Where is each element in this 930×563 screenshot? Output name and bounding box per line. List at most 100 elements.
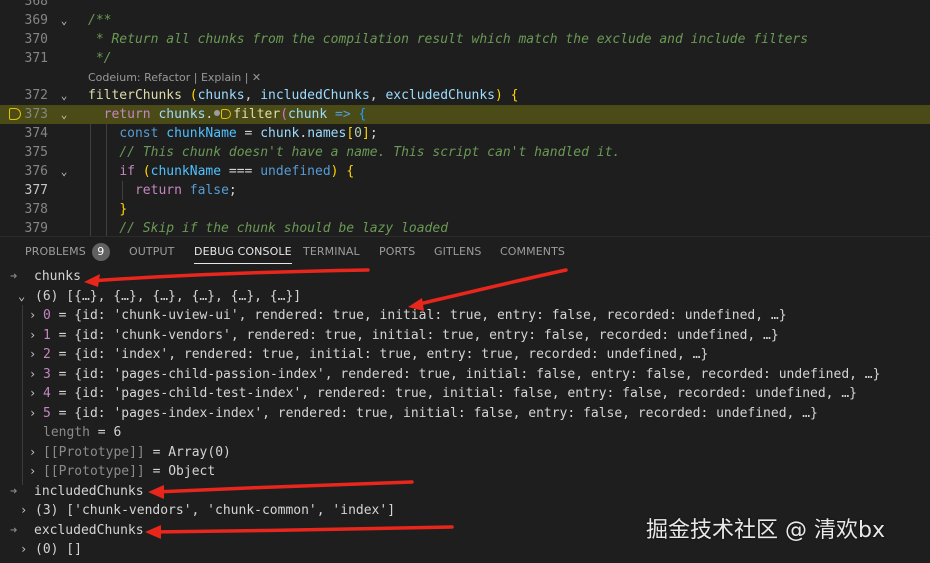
- code-text: */: [88, 49, 112, 68]
- array-index: 5: [43, 405, 51, 421]
- array-item-value: = {id: 'index', rendered: true, initial:…: [50, 347, 709, 362]
- code-token: (: [142, 164, 151, 179]
- tab-gitlens[interactable]: GITLENS: [434, 237, 481, 267]
- console-row[interactable]: › 1 = {id: 'chunk-vendors', rendered: tru…: [0, 326, 930, 346]
- line-number: 376: [24, 164, 48, 179]
- code-token: if: [119, 164, 135, 179]
- console-input-expression: excludedChunks: [34, 522, 144, 538]
- console-row[interactable]: › 3 = {id: 'pages-child-passion-index', r…: [0, 365, 930, 385]
- code-line[interactable]: 369 ⌄ /**: [0, 11, 930, 30]
- fold-chevron-icon[interactable]: ⌄: [58, 162, 70, 181]
- code-token: * Return all chunks from the compilation…: [88, 32, 809, 47]
- line-number: 379: [24, 221, 48, 236]
- console-row[interactable]: › [[Prototype]] = Array(0): [0, 443, 930, 463]
- tab-terminal[interactable]: TERMINAL: [303, 237, 360, 267]
- code-token: chunks: [197, 88, 245, 103]
- tab-label: COMMENTS: [500, 245, 566, 258]
- chevron-right-icon[interactable]: ›: [29, 462, 36, 482]
- inline-hint-dot-icon: [214, 110, 221, 116]
- line-number: 372: [24, 88, 48, 103]
- code-text: * Return all chunks from the compilation…: [88, 30, 808, 49]
- console-prototype-property: [[Prototype]] = Array(0): [43, 443, 231, 463]
- tab-label: PORTS: [379, 245, 416, 258]
- console-row: ➜ chunks: [0, 267, 930, 287]
- array-index: 3: [43, 366, 51, 382]
- fold-chevron-icon[interactable]: ⌄: [58, 11, 70, 30]
- chevron-right-icon[interactable]: ›: [29, 306, 36, 326]
- code-token: {: [510, 88, 519, 103]
- tab-label: PROBLEMS: [25, 245, 86, 258]
- chevron-right-icon[interactable]: ›: [29, 384, 36, 404]
- code-token: chunks: [158, 107, 206, 122]
- code-token: ): [330, 164, 339, 179]
- code-token: chunkName: [150, 164, 222, 179]
- console-row[interactable]: › 5 = {id: 'pages-index-index', rendered:…: [0, 404, 930, 424]
- code-line[interactable]: 375 // This chunk doesn't have a name. T…: [0, 143, 930, 162]
- code-token: filterChunks: [88, 88, 182, 103]
- line-number: 369: [24, 13, 48, 28]
- chevron-right-icon[interactable]: ›: [29, 443, 36, 463]
- tab-label: TERMINAL: [303, 245, 360, 258]
- code-token: ;: [369, 126, 378, 141]
- code-token: (: [280, 107, 289, 122]
- code-line[interactable]: 378 }: [0, 200, 930, 219]
- line-number: 368: [24, 0, 48, 9]
- code-line[interactable]: 376 ⌄ if (chunkName === undefined) {: [0, 162, 930, 181]
- code-line[interactable]: 368: [0, 0, 930, 11]
- chevron-right-icon[interactable]: ›: [29, 345, 36, 365]
- code-line[interactable]: 377 return false;: [0, 181, 930, 200]
- line-number: 378: [24, 202, 48, 217]
- tab-ports[interactable]: PORTS: [379, 237, 415, 267]
- code-token: filter: [233, 107, 281, 122]
- property-key: [[Prototype]]: [43, 444, 145, 460]
- prompt-arrow-icon: ➜: [10, 483, 18, 498]
- code-line[interactable]: 372 ⌄ filterChunks (chunks, includedChunks…: [0, 86, 930, 105]
- code-line[interactable]: 370 * Return all chunks from the compila…: [0, 30, 930, 49]
- console-row[interactable]: › [[Prototype]] = Object: [0, 462, 930, 482]
- tab-problems[interactable]: PROBLEMS 9: [25, 237, 110, 267]
- code-token: names: [307, 126, 347, 141]
- console-row[interactable]: › 4 = {id: 'pages-child-test-index', rend…: [0, 384, 930, 404]
- line-number: 377: [24, 183, 48, 198]
- code-line[interactable]: 373 ⌄ return chunks. filter(chunk => {: [0, 105, 930, 124]
- console-prototype-property: [[Prototype]] = Object: [43, 462, 215, 482]
- tab-output[interactable]: OUTPUT: [129, 237, 174, 267]
- chevron-down-icon[interactable]: ⌄: [18, 287, 25, 307]
- codeium-codelens[interactable]: Codeium: Refactor | Explain | ✕: [88, 70, 261, 86]
- tab-debug-console[interactable]: DEBUG CONSOLE: [194, 237, 292, 267]
- chevron-right-icon[interactable]: ›: [29, 326, 36, 346]
- code-text: return chunks. filter(chunk => {: [88, 105, 367, 124]
- fold-chevron-icon[interactable]: ⌄: [58, 105, 70, 124]
- code-text: // This chunk doesn't have a name. This …: [88, 143, 620, 162]
- console-length-property: length = 6: [43, 423, 121, 443]
- chevron-right-icon[interactable]: ›: [29, 404, 36, 424]
- fold-chevron-icon[interactable]: ⌄: [58, 86, 70, 105]
- code-token: /**: [88, 13, 112, 28]
- console-row[interactable]: › 0 = {id: 'chunk-uview-ui', rendered: tr…: [0, 306, 930, 326]
- console-input-expression: includedChunks: [34, 483, 144, 499]
- code-editor[interactable]: 368 369 ⌄ /** 370 * Return all chunks from t…: [0, 0, 930, 236]
- code-token: ): [495, 88, 503, 103]
- inline-breakpoint-icon[interactable]: [221, 109, 232, 119]
- console-row[interactable]: › 2 = {id: 'index', rendered: true, initi…: [0, 345, 930, 365]
- chevron-right-icon[interactable]: ›: [20, 501, 27, 521]
- array-index: 1: [43, 327, 51, 343]
- chevron-right-icon[interactable]: ›: [29, 365, 36, 385]
- code-token: (: [189, 88, 198, 103]
- array-item-value: = {id: 'pages-child-test-index', rendere…: [50, 386, 857, 401]
- tab-comments[interactable]: COMMENTS: [500, 237, 565, 267]
- code-line[interactable]: 374 const chunkName = chunk.names[0];: [0, 124, 930, 143]
- code-token: */: [88, 51, 112, 66]
- code-line[interactable]: 371 */: [0, 49, 930, 68]
- tab-label: DEBUG CONSOLE: [194, 245, 292, 258]
- chevron-right-icon[interactable]: ›: [20, 540, 27, 560]
- console-array-item: 5 = {id: 'pages-index-index', rendered: …: [43, 404, 818, 424]
- line-number: 371: [24, 51, 48, 66]
- code-line[interactable]: 379 // Skip if the chunk should be lazy …: [0, 219, 930, 236]
- console-row[interactable]: ⌄ (6) [{…}, {…}, {…}, {…}, {…}, {…}]: [0, 287, 930, 307]
